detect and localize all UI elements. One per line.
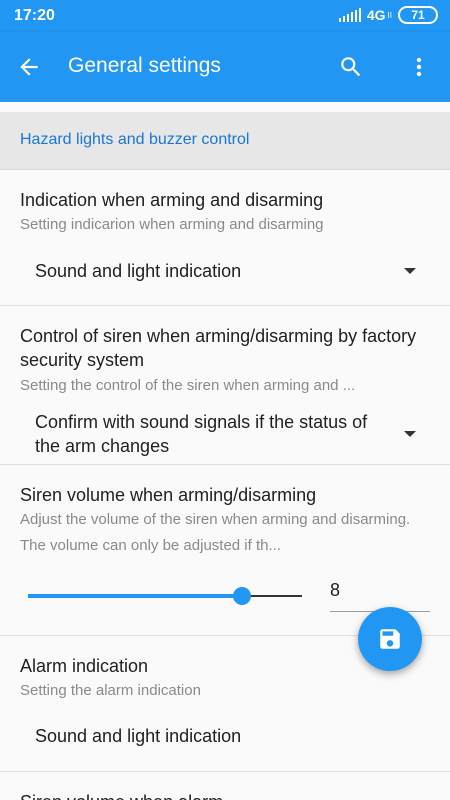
dropdown-value: Sound and light indication — [35, 726, 242, 746]
arrow-left-icon — [20, 58, 38, 76]
setting-title: Siren volume when alarm — [20, 790, 430, 800]
section-title: Hazard lights and buzzer control — [20, 131, 250, 148]
battery-level: 71 — [411, 8, 425, 22]
setting-subtitle: Adjust the volume of the siren when armi… — [20, 511, 411, 554]
setting-title: Siren volume when arming/disarming — [20, 485, 317, 505]
more-vertical-icon — [416, 57, 422, 77]
alarm-indication-dropdown[interactable]: Sound and light indication — [35, 724, 414, 748]
page-title: General settings — [68, 54, 221, 77]
setting-siren-volume-alarm: Siren volume when alarm — [0, 772, 450, 800]
battery-icon: 71 — [398, 6, 438, 24]
save-button[interactable] — [358, 607, 422, 671]
search-button[interactable] — [334, 50, 368, 84]
status-time: 17:20 — [14, 7, 55, 24]
search-icon — [341, 57, 361, 77]
volume-slider[interactable] — [28, 587, 302, 605]
dropdown-arrow-icon — [404, 431, 416, 437]
indication-dropdown[interactable]: Sound and light indication — [35, 259, 416, 283]
save-icon — [380, 629, 400, 649]
setting-siren-control: Control of siren when arming/disarming b… — [0, 306, 450, 465]
setting-title: Indication when arming and disarming — [20, 190, 324, 210]
app-bar: General settings — [0, 32, 450, 102]
slider-fill — [28, 594, 242, 598]
dropdown-value: Sound and light indication — [35, 261, 242, 281]
setting-subtitle: Setting the alarm indication — [20, 682, 201, 699]
slider-thumb[interactable] — [232, 587, 251, 605]
dropdown-arrow-icon — [404, 268, 416, 274]
more-options-button[interactable] — [404, 50, 434, 84]
siren-control-dropdown[interactable]: Confirm with sound signals if the status… — [35, 410, 416, 458]
dropdown-value: Confirm with sound signals if the status… — [35, 412, 368, 456]
setting-title: Control of siren when arming/disarming b… — [20, 326, 417, 370]
settings-list[interactable]: Hazard lights and buzzer control Indicat… — [0, 102, 450, 800]
signal-icon — [338, 8, 361, 22]
volume-input[interactable]: 8 — [330, 574, 430, 612]
status-indicators: 4G II 71 — [338, 6, 438, 24]
back-button[interactable] — [12, 50, 46, 84]
setting-subtitle: Setting indicarion when arming and disar… — [20, 216, 324, 233]
setting-indication-arming: Indication when arming and disarming Set… — [0, 170, 450, 306]
network-type: 4G — [366, 7, 386, 23]
screen: 17:20 4G II 71 General settings Hazard l… — [0, 0, 450, 800]
section-header: Hazard lights and buzzer control — [0, 112, 450, 170]
setting-subtitle: Setting the control of the siren when ar… — [20, 377, 356, 394]
status-bar: 17:20 4G II 71 — [0, 0, 450, 32]
network-sub: II — [387, 10, 392, 20]
